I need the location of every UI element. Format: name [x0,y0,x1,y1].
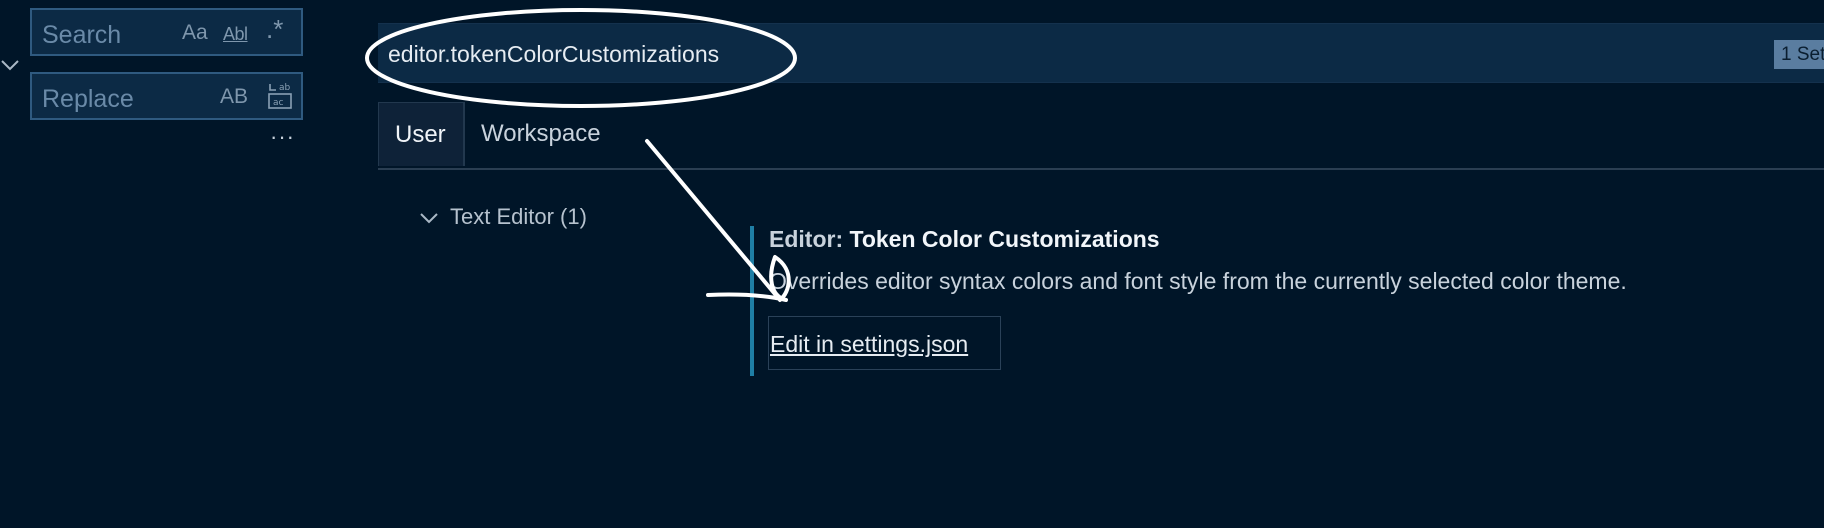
settings-search-input[interactable] [388,41,988,68]
setting-title: Editor: Token Color Customizations [769,226,1160,253]
tab-user[interactable]: User [378,102,464,166]
replace-field[interactable]: AB [30,72,303,120]
replace-input[interactable] [42,85,182,114]
settings-search-bar[interactable]: 1 Set [378,23,1824,83]
toc-item-label: Text Editor (1) [450,204,587,229]
whole-word-toggle[interactable]: Abl [223,23,248,45]
regex-toggle[interactable]: .* [266,16,283,42]
edit-in-settings-json-container: Edit in settings.json [768,316,1001,370]
vscode-window: Aa Abl .* AB ab ac ··· 1 Set User Worksp… [0,0,1824,528]
setting-name: Token Color Customizations [849,226,1160,252]
more-actions-icon[interactable]: ··· [270,124,295,150]
search-field[interactable]: Aa Abl .* [30,8,303,56]
result-count-badge: 1 Set [1774,40,1824,69]
replace-all-icon[interactable]: ab ac [266,80,296,112]
chevron-down-icon [420,213,438,224]
search-input[interactable] [42,21,182,50]
toc-item-text-editor[interactable]: Text Editor (1) [418,204,587,230]
svg-text:ab: ab [279,83,291,93]
settings-scope-tabs: User Workspace [378,102,1824,170]
setting-description: Overrides editor syntax colors and font … [769,268,1627,294]
svg-text:ac: ac [273,98,284,108]
edit-in-settings-json-link[interactable]: Edit in settings.json [770,331,968,358]
preserve-case-toggle[interactable]: AB [220,86,248,108]
setting-focus-bar [750,226,754,376]
tab-workspace[interactable]: Workspace [464,102,617,166]
chevron-down-icon[interactable] [0,56,20,76]
match-case-toggle[interactable]: Aa [182,22,208,44]
setting-category: Editor: [769,226,850,252]
